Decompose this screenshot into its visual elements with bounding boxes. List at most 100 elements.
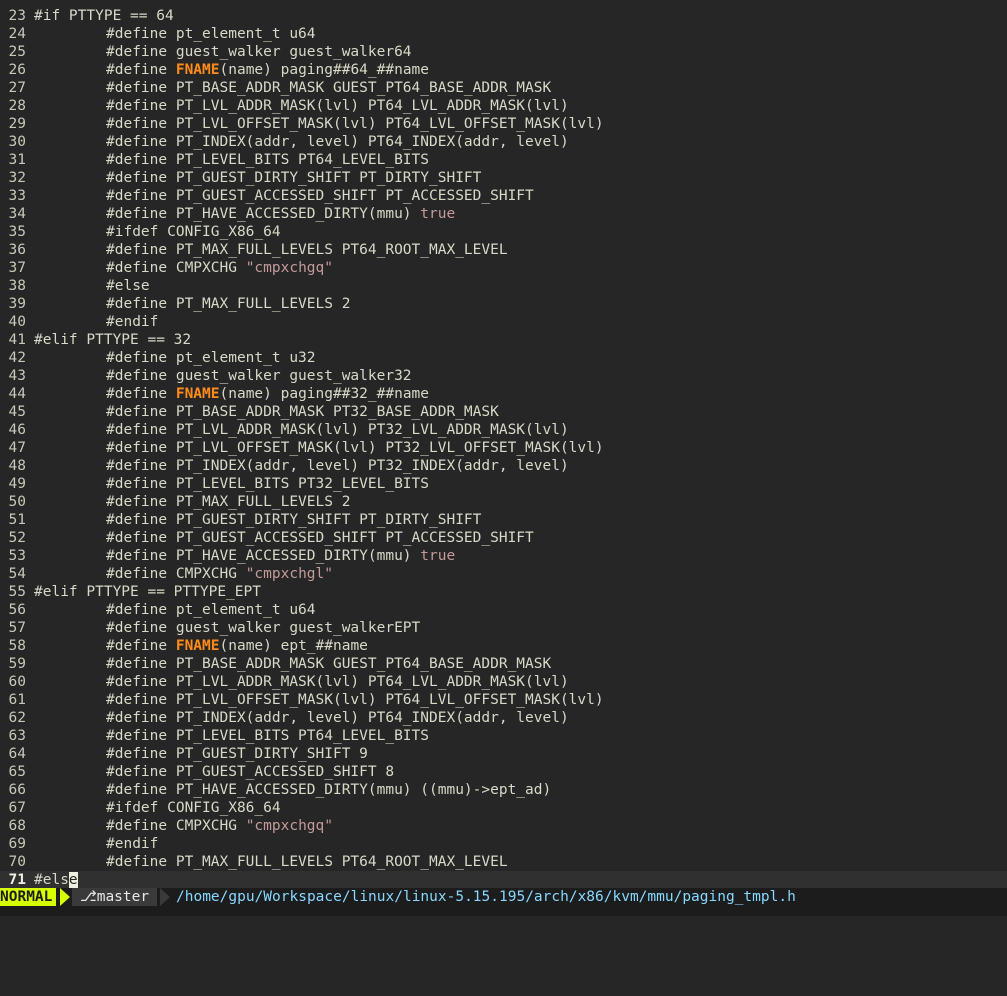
line-content: #if PTTYPE == 64 [34,7,174,25]
code-line[interactable]: 36 #define PT_MAX_FULL_LEVELS PT64_ROOT_M… [0,241,1007,259]
code-line[interactable]: 23 #if PTTYPE == 64 [0,7,1007,25]
code-token: #define PT_GUEST_DIRTY_SHIFT PT_DIRTY_SH… [106,170,482,186]
statusline: NORMAL ⎇master /home/gpu/Workspace/linux… [0,888,1007,906]
line-number: 39 [8,296,26,312]
code-line[interactable]: 51 #define PT_GUEST_DIRTY_SHIFT PT_DIRTY_… [0,511,1007,529]
code-line[interactable]: 63 #define PT_LEVEL_BITS PT64_LEVEL_BITS [0,727,1007,745]
code-token: #define PT_BASE_ADDR_MASK PT32_BASE_ADDR… [106,404,499,420]
code-line[interactable]: 64 #define PT_GUEST_DIRTY_SHIFT 9 [0,745,1007,763]
line-number: 53 [8,548,26,564]
code-line[interactable]: 50 #define PT_MAX_FULL_LEVELS 2 [0,493,1007,511]
line-content: #define guest_walker guest_walker32 [106,367,412,385]
code-line[interactable]: 30 #define PT_INDEX(addr, level) PT64_IND… [0,133,1007,151]
code-line[interactable]: 27 #define PT_BASE_ADDR_MASK GUEST_PT64_B… [0,79,1007,97]
cursor: e [68,872,78,888]
code-line[interactable]: 45 #define PT_BASE_ADDR_MASK PT32_BASE_AD… [0,403,1007,421]
code-token: #define PT_LVL_OFFSET_MASK(lvl) PT32_LVL… [106,440,604,456]
line-content: #define PT_BASE_ADDR_MASK GUEST_PT64_BAS… [106,79,551,97]
line-content: #define PT_GUEST_ACCESSED_SHIFT PT_ACCES… [106,529,534,547]
code-token: #define PT_LEVEL_BITS PT32_LEVEL_BITS [106,476,430,492]
code-line[interactable]: 37 #define CMPXCHG "cmpxchgq" [0,259,1007,277]
code-line[interactable]: 29 #define PT_LVL_OFFSET_MASK(lvl) PT64_L… [0,115,1007,133]
line-content: #define PT_INDEX(addr, level) PT64_INDEX… [106,709,569,727]
line-number: 60 [8,674,26,690]
code-token: #define PT_HAVE_ACCESSED_DIRTY(mmu) [106,548,421,564]
line-content: #else [34,871,78,889]
code-line[interactable]: 58 #define FNAME(name) ept_##name [0,637,1007,655]
code-token: (name) paging##64_##name [219,62,430,78]
code-line[interactable]: 69 #endif [0,835,1007,853]
code-line[interactable]: 41 #elif PTTYPE == 32 [0,331,1007,349]
line-number: 61 [8,692,26,708]
line-content: #define guest_walker guest_walker64 [106,43,412,61]
code-line[interactable]: 59 #define PT_BASE_ADDR_MASK GUEST_PT64_B… [0,655,1007,673]
code-token: (name) ept_##name [219,638,368,654]
code-line[interactable]: 31 #define PT_LEVEL_BITS PT64_LEVEL_BITS [0,151,1007,169]
code-line[interactable]: 46 #define PT_LVL_ADDR_MASK(lvl) PT32_LVL… [0,421,1007,439]
code-line[interactable]: 33 #define PT_GUEST_ACCESSED_SHIFT PT_ACC… [0,187,1007,205]
code-line[interactable]: 42 #define pt_element_t u32 [0,349,1007,367]
code-line[interactable]: 65 #define PT_GUEST_ACCESSED_SHIFT 8 [0,763,1007,781]
code-token: #define PT_BASE_ADDR_MASK GUEST_PT64_BAS… [106,656,552,672]
code-line[interactable]: 39 #define PT_MAX_FULL_LEVELS 2 [0,295,1007,313]
code-line[interactable]: 32 #define PT_GUEST_DIRTY_SHIFT PT_DIRTY_… [0,169,1007,187]
line-content: #ifdef CONFIG_X86_64 [106,799,281,817]
code-editor[interactable]: 23 #if PTTYPE == 64 24 #define pt_element_t… [0,0,1007,889]
code-line[interactable]: 54 #define CMPXCHG "cmpxchgl" [0,565,1007,583]
line-number: 45 [8,404,26,420]
code-line[interactable]: 40 #endif [0,313,1007,331]
line-number: 42 [8,350,26,366]
code-line[interactable]: 34 #define PT_HAVE_ACCESSED_DIRTY(mmu) tr… [0,205,1007,223]
line-number: 65 [8,764,26,780]
code-line[interactable]: 28 #define PT_LVL_ADDR_MASK(lvl) PT64_LVL… [0,97,1007,115]
code-line[interactable]: 67 #ifdef CONFIG_X86_64 [0,799,1007,817]
code-line[interactable]: 70 #define PT_MAX_FULL_LEVELS PT64_ROOT_M… [0,853,1007,871]
code-token: #define pt_element_t u32 [106,350,316,366]
code-line[interactable]: 49 #define PT_LEVEL_BITS PT32_LEVEL_BITS [0,475,1007,493]
code-line[interactable]: 25 #define guest_walker guest_walker64 [0,43,1007,61]
code-line[interactable]: 35 #ifdef CONFIG_X86_64 [0,223,1007,241]
code-token: "cmpxchgq" [245,818,333,834]
code-token: #define pt_element_t u64 [106,26,316,42]
code-line[interactable]: 24 #define pt_element_t u64 [0,25,1007,43]
code-token: FNAME [175,62,220,78]
line-content: #define PT_LVL_ADDR_MASK(lvl) PT64_LVL_A… [106,97,569,115]
code-token: #define PT_LVL_OFFSET_MASK(lvl) PT64_LVL… [106,692,604,708]
code-token: #define PT_LVL_ADDR_MASK(lvl) PT64_LVL_A… [106,674,569,690]
code-line[interactable]: 55 #elif PTTYPE == PTTYPE_EPT [0,583,1007,601]
code-token: #define PT_LVL_ADDR_MASK(lvl) PT32_LVL_A… [106,422,569,438]
code-line[interactable]: 62 #define PT_INDEX(addr, level) PT64_IND… [0,709,1007,727]
code-token: #define pt_element_t u64 [106,602,316,618]
code-line[interactable]: 56 #define pt_element_t u64 [0,601,1007,619]
line-content: #define CMPXCHG "cmpxchgq" [106,817,333,835]
code-line[interactable]: 43 #define guest_walker guest_walker32 [0,367,1007,385]
code-line[interactable]: 60 #define PT_LVL_ADDR_MASK(lvl) PT64_LVL… [0,673,1007,691]
line-content: #define guest_walker guest_walkerEPT [106,619,420,637]
code-token: #define guest_walker guest_walker32 [106,368,412,384]
code-token: #define [106,386,176,402]
line-number: 66 [8,782,26,798]
code-token: #elif PTTYPE == PTTYPE_EPT [34,584,261,600]
file-path: /home/gpu/Workspace/linux/linux-5.15.195… [176,889,796,905]
command-line[interactable] [0,906,1007,916]
code-line[interactable]: 26 #define FNAME(name) paging##64_##name [0,61,1007,79]
line-content: #define PT_BASE_ADDR_MASK PT32_BASE_ADDR… [106,403,499,421]
code-line[interactable]: 48 #define PT_INDEX(addr, level) PT32_IND… [0,457,1007,475]
code-line[interactable]: 71 #else [0,871,1007,889]
code-line[interactable]: 66 #define PT_HAVE_ACCESSED_DIRTY(mmu) ((… [0,781,1007,799]
line-content: #define FNAME(name) paging##32_##name [106,385,429,403]
code-line[interactable]: 38 #else [0,277,1007,295]
code-token: #define PT_LEVEL_BITS PT64_LEVEL_BITS [106,728,430,744]
code-line[interactable]: 53 #define PT_HAVE_ACCESSED_DIRTY(mmu) tr… [0,547,1007,565]
line-number: 25 [8,44,26,60]
code-line[interactable]: 68 #define CMPXCHG "cmpxchgq" [0,817,1007,835]
code-line[interactable]: 61 #define PT_LVL_OFFSET_MASK(lvl) PT64_L… [0,691,1007,709]
line-number: 68 [8,818,26,834]
line-number: 63 [8,728,26,744]
code-line[interactable]: 52 #define PT_GUEST_ACCESSED_SHIFT PT_ACC… [0,529,1007,547]
code-line[interactable]: 57 #define guest_walker guest_walkerEPT [0,619,1007,637]
code-line[interactable]: 47 #define PT_LVL_OFFSET_MASK(lvl) PT32_L… [0,439,1007,457]
code-line[interactable]: 44 #define FNAME(name) paging##32_##name [0,385,1007,403]
line-number: 24 [8,26,26,42]
code-token: #define PT_MAX_FULL_LEVELS 2 [106,296,351,312]
